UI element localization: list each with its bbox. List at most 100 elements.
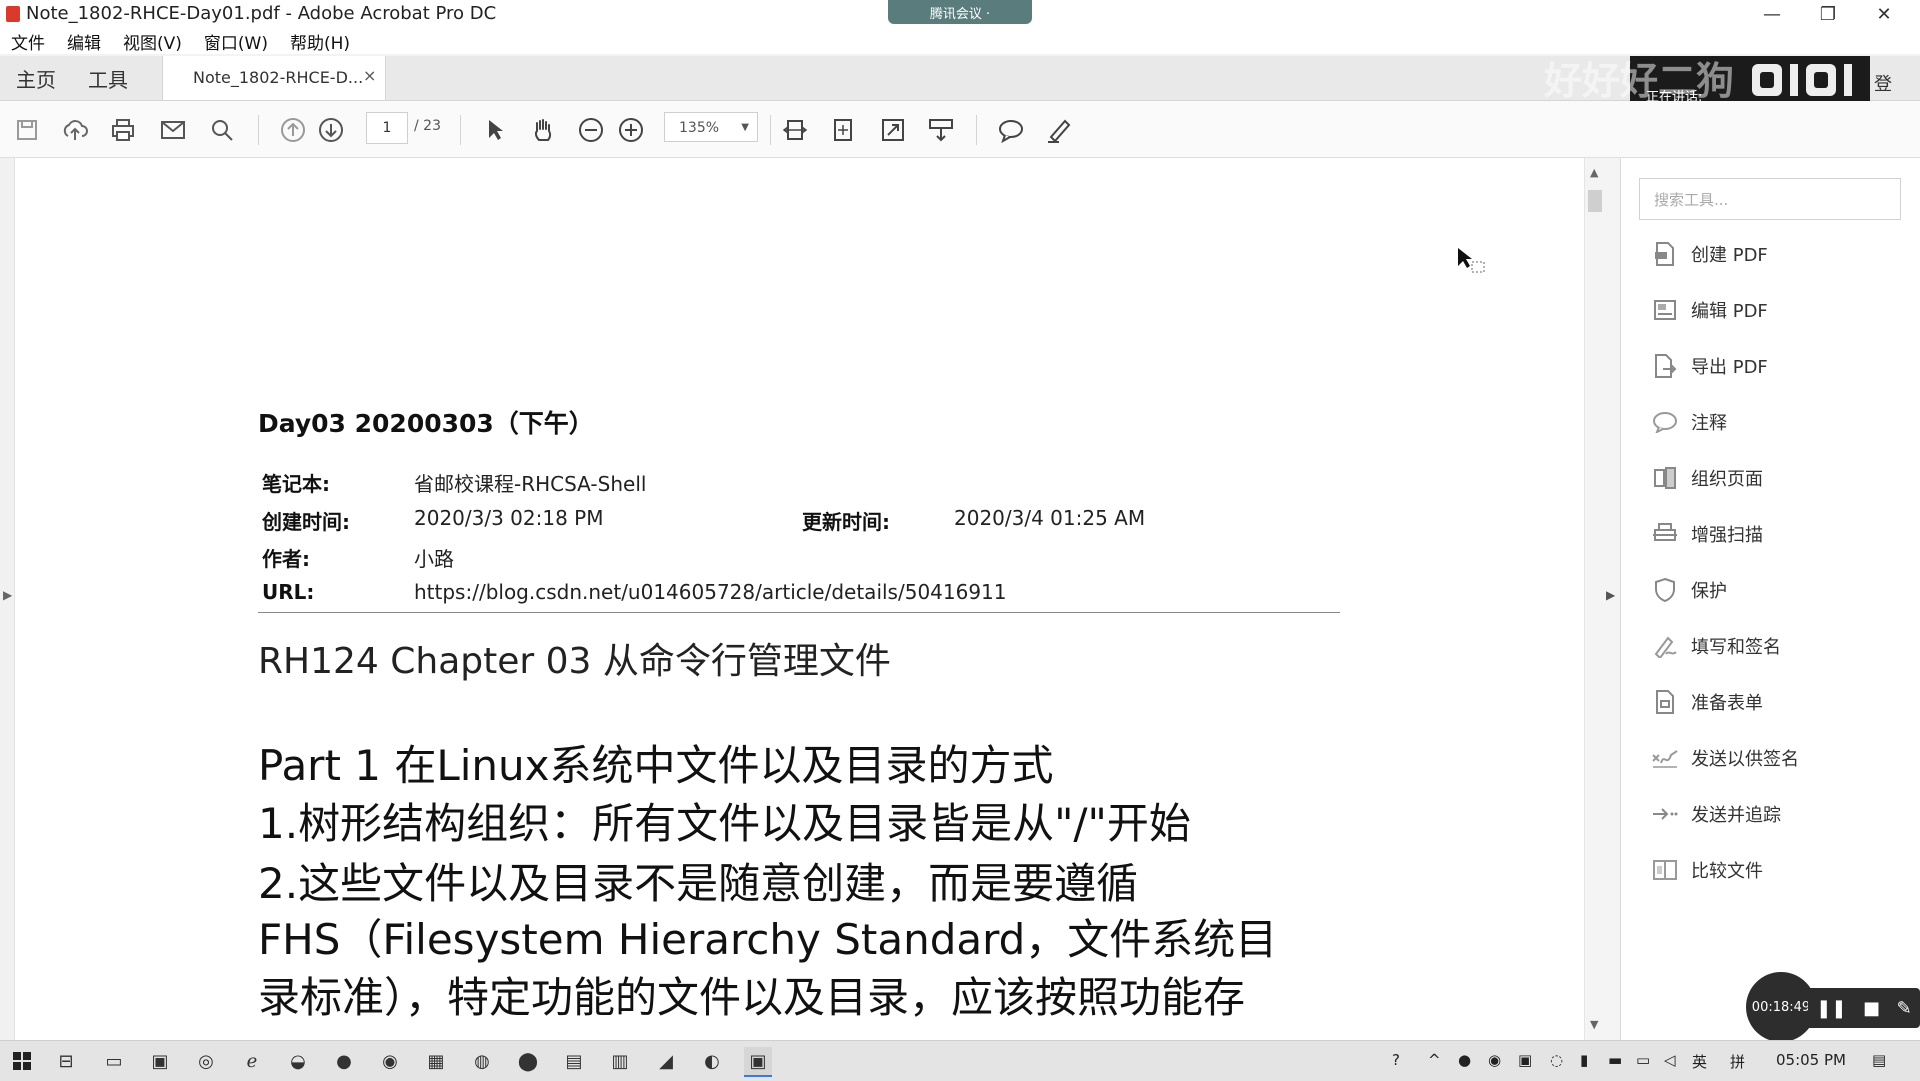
tool-send-track[interactable]: 发送并追踪 — [1651, 796, 1901, 832]
app-icon[interactable]: ◢ — [652, 1047, 680, 1075]
scroll-up-icon[interactable]: ▲ — [1590, 166, 1598, 179]
tool-send-for-signature[interactable]: 发送以供签名 — [1651, 740, 1901, 776]
app-icon[interactable]: ◍ — [468, 1047, 496, 1075]
tool-create-pdf[interactable]: 创建 PDF — [1651, 236, 1901, 272]
chrome-icon[interactable]: ◎ — [192, 1047, 220, 1075]
zoom-in-icon[interactable] — [616, 115, 646, 145]
menu-help[interactable]: 帮助(H) — [279, 29, 361, 54]
tools-panel: 搜索工具... 创建 PDF 编辑 PDF 导出 PDF 注释 组织页面 增强扫 — [1620, 158, 1920, 1040]
page-number-input[interactable]: 1 — [366, 112, 408, 144]
shield-icon — [1651, 576, 1679, 604]
ime-language[interactable]: 英 — [1692, 1051, 1707, 1072]
app-icon[interactable]: ◐ — [698, 1047, 726, 1075]
acrobat-taskbar-icon[interactable]: ▣ — [744, 1047, 772, 1077]
minimize-button[interactable]: — — [1744, 0, 1800, 28]
toolbar-divider — [258, 115, 259, 145]
tab-tools[interactable]: 工具 — [88, 64, 128, 93]
recording-timer: 00:18:49 — [1746, 972, 1816, 1042]
tool-compare-files[interactable]: 比较文件 — [1651, 852, 1901, 888]
tab-document[interactable]: Note_1802-RHCE-D... × — [162, 56, 386, 100]
close-tab-icon[interactable]: × — [363, 66, 376, 85]
volume-icon[interactable]: ◁ — [1664, 1051, 1676, 1069]
ime-mode[interactable]: 拼 — [1730, 1051, 1745, 1072]
fill-sign-icon — [1651, 632, 1679, 660]
right-panel-toggle[interactable]: ▶ — [1604, 158, 1618, 1040]
comment-icon — [1651, 408, 1679, 436]
app-icon[interactable]: ◉ — [376, 1047, 404, 1075]
tray-app-icon[interactable]: ▣ — [1518, 1051, 1532, 1069]
rotate-view-icon[interactable] — [828, 115, 858, 145]
app-icon[interactable]: ▤ — [560, 1047, 588, 1075]
restore-button[interactable]: ❐ — [1800, 0, 1856, 28]
scroll-down-icon[interactable]: ▼ — [1590, 1018, 1598, 1031]
pause-icon[interactable]: ❚❚ — [1816, 998, 1846, 1019]
tencent-meeting-badge[interactable]: 腾讯会议 · — [888, 0, 1032, 24]
tool-enhance-scan[interactable]: 增强扫描 — [1651, 516, 1901, 552]
print-icon[interactable] — [108, 115, 138, 145]
notification-icon[interactable]: ▤ — [1872, 1051, 1886, 1069]
tool-comment[interactable]: 注释 — [1651, 404, 1901, 440]
toolbar-divider — [460, 115, 461, 145]
store-icon[interactable]: ▣ — [146, 1047, 174, 1075]
save-icon[interactable] — [12, 115, 42, 145]
tool-label: 发送以供签名 — [1691, 749, 1799, 770]
tab-home[interactable]: 主页 — [16, 64, 56, 93]
battery-icon[interactable]: ▬ — [1608, 1051, 1622, 1069]
menu-edit[interactable]: 编辑 — [56, 29, 112, 54]
scroll-mode-icon[interactable] — [926, 115, 956, 145]
tool-protect[interactable]: 保护 — [1651, 572, 1901, 608]
tool-export-pdf[interactable]: 导出 PDF — [1651, 348, 1901, 384]
chapter-heading: RH124 Chapter 03 从命令行管理文件 — [258, 641, 891, 682]
tray-app-icon[interactable]: ● — [1458, 1051, 1471, 1069]
left-panel-toggle[interactable]: ▶ — [0, 158, 15, 1040]
tool-label: 增强扫描 — [1691, 525, 1763, 546]
zoom-out-icon[interactable] — [576, 115, 606, 145]
full-screen-icon[interactable] — [878, 115, 908, 145]
scroll-thumb[interactable] — [1588, 190, 1602, 212]
upload-cloud-icon[interactable] — [60, 115, 90, 145]
file-explorer-icon[interactable]: ▭ — [100, 1047, 128, 1075]
tray-app-icon[interactable]: ◌ — [1550, 1051, 1563, 1069]
help-icon[interactable]: ? — [1392, 1051, 1400, 1069]
app-icon[interactable]: ● — [330, 1047, 358, 1075]
chevron-up-icon[interactable]: ^ — [1428, 1051, 1441, 1069]
app-icon[interactable]: ▦ — [422, 1047, 450, 1075]
body-line: FHS（Filesystem Hierarchy Standard，文件系统目 — [258, 915, 1278, 964]
next-page-icon[interactable] — [316, 115, 346, 145]
close-window-button[interactable]: ✕ — [1856, 0, 1912, 28]
system-clock[interactable]: 05:05 PM — [1776, 1051, 1846, 1069]
email-icon[interactable] — [158, 115, 188, 145]
edge-icon[interactable]: ℯ — [238, 1047, 266, 1075]
highlight-pen-icon[interactable] — [1044, 115, 1074, 145]
comment-tool-icon[interactable] — [996, 115, 1026, 145]
select-cursor-icon[interactable] — [480, 115, 510, 145]
tool-fill-sign[interactable]: 填写和签名 — [1651, 628, 1901, 664]
fit-page-icon[interactable] — [780, 115, 810, 145]
task-view-icon[interactable]: ⊟ — [52, 1047, 80, 1075]
app-icon[interactable]: ◒ — [284, 1047, 312, 1075]
url-link[interactable]: https://blog.csdn.net/u014605728/article… — [414, 580, 1007, 604]
menu-view[interactable]: 视图(V) — [112, 29, 193, 54]
pen-icon[interactable]: ✎ — [1897, 998, 1912, 1019]
app-icon[interactable]: ⬤ — [514, 1047, 542, 1075]
watermark-text: 好好好二狗 — [1544, 59, 1735, 103]
windows-start-icon[interactable] — [8, 1047, 36, 1075]
hand-tool-icon[interactable] — [528, 115, 558, 145]
tools-search-input[interactable]: 搜索工具... — [1639, 178, 1901, 220]
menu-window[interactable]: 窗口(W) — [193, 29, 279, 54]
menu-file[interactable]: 文件 — [0, 29, 56, 54]
body-line: 2.这些文件以及目录不是随意创建，而是要遵循 — [258, 859, 1139, 908]
search-icon[interactable] — [207, 115, 237, 145]
tray-app-icon[interactable]: ◉ — [1488, 1051, 1501, 1069]
author-label: 作者: — [262, 547, 310, 571]
microphone-icon[interactable]: ▮ — [1580, 1051, 1588, 1069]
zoom-select[interactable]: 135% ▼ — [664, 112, 758, 142]
app-icon[interactable]: ▥ — [606, 1047, 634, 1075]
previous-page-icon[interactable] — [278, 115, 308, 145]
tool-prepare-form[interactable]: 准备表单 — [1651, 684, 1901, 720]
tool-edit-pdf[interactable]: 编辑 PDF — [1651, 292, 1901, 328]
network-icon[interactable]: ▭ — [1636, 1051, 1650, 1069]
vertical-scrollbar[interactable]: ▲ ▼ — [1584, 158, 1605, 1040]
stop-icon[interactable]: ■ — [1863, 998, 1880, 1019]
tool-organize-pages[interactable]: 组织页面 — [1651, 460, 1901, 496]
